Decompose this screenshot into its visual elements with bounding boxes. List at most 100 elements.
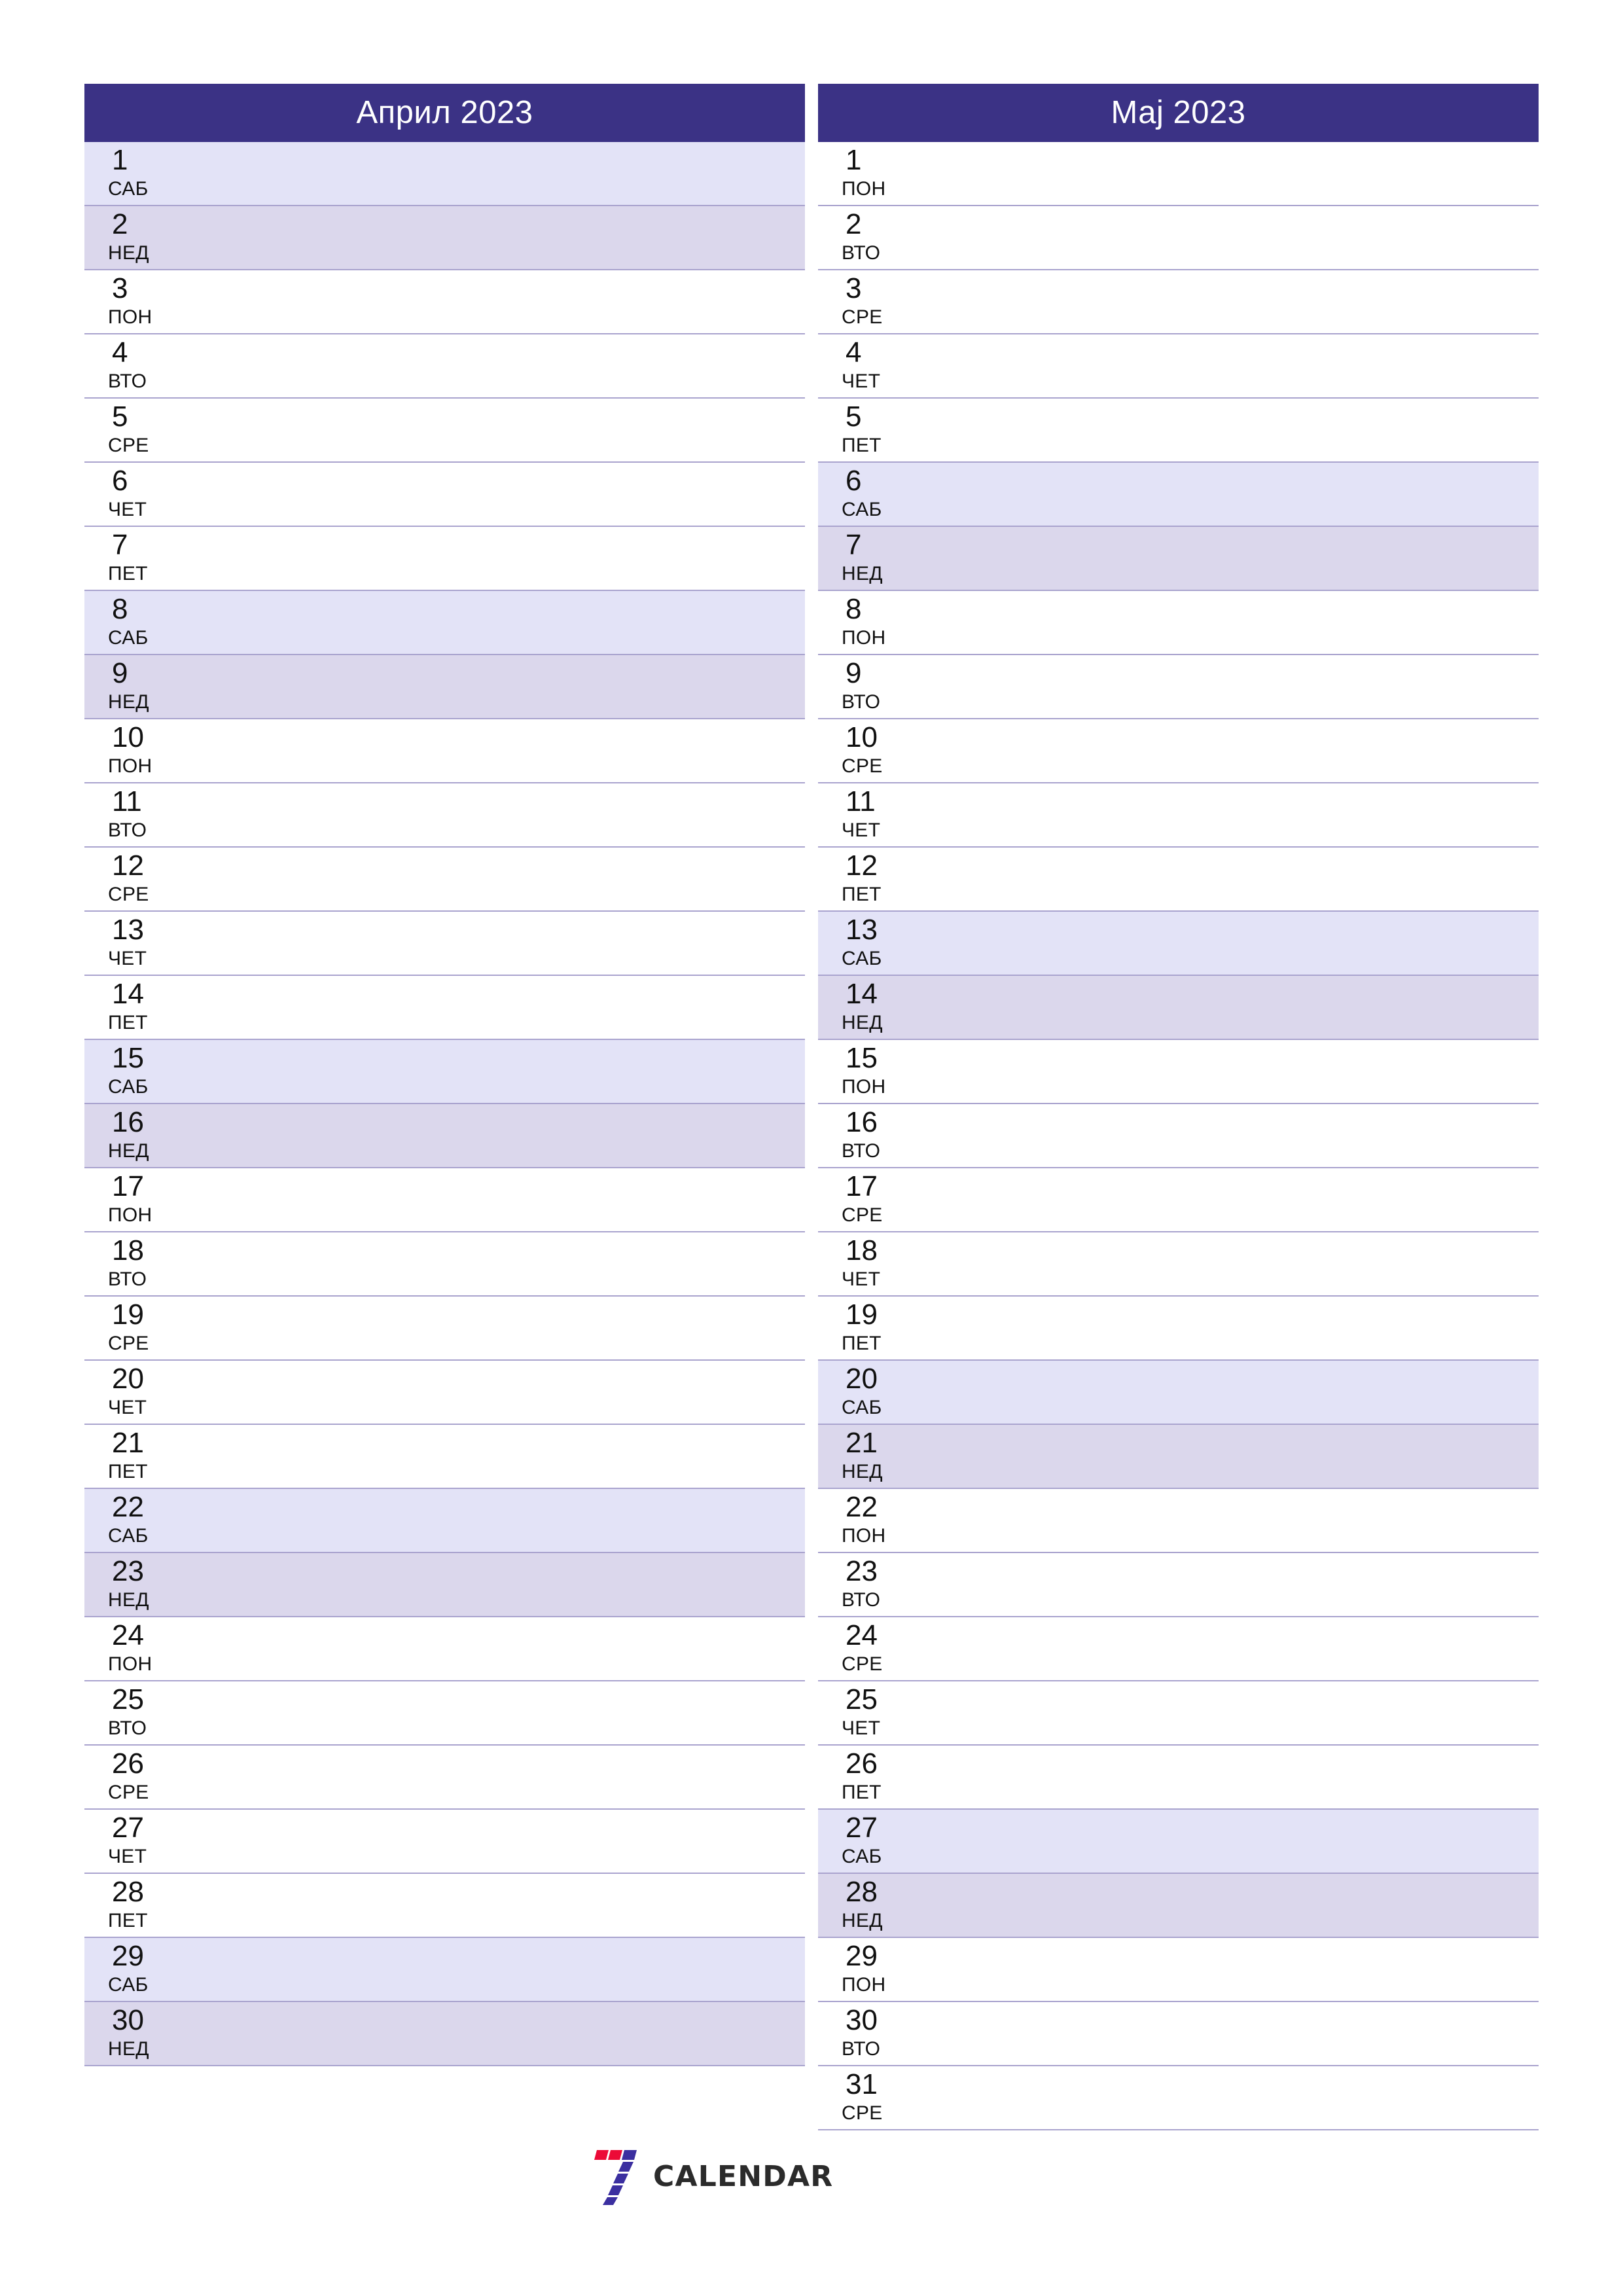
day-number: 25	[112, 1683, 144, 1715]
day-row[interactable]: 19 СРЕ	[84, 1297, 805, 1361]
day-weekday-label: ЧЕТ	[108, 499, 147, 520]
day-row[interactable]: 14 ПЕТ	[84, 976, 805, 1040]
day-number: 19	[846, 1299, 878, 1331]
day-number: 30	[846, 2004, 878, 2036]
day-row[interactable]: 27 САБ	[818, 1810, 1539, 1874]
day-row[interactable]: 6 ЧЕТ	[84, 463, 805, 527]
day-row[interactable]: 10 СРЕ	[818, 719, 1539, 783]
day-row[interactable]: 18 ЧЕТ	[818, 1232, 1539, 1297]
day-row[interactable]: 26 ПЕТ	[818, 1746, 1539, 1810]
day-number: 12	[112, 850, 144, 882]
day-row[interactable]: 4 ВТО	[84, 334, 805, 399]
day-row[interactable]: 18 ВТО	[84, 1232, 805, 1297]
day-row[interactable]: 7 ПЕТ	[84, 527, 805, 591]
day-number: 16	[846, 1106, 878, 1138]
day-row[interactable]: 5 ПЕТ	[818, 399, 1539, 463]
day-number: 26	[846, 1748, 878, 1780]
day-row[interactable]: 13 ЧЕТ	[84, 912, 805, 976]
day-row[interactable]: 12 СРЕ	[84, 848, 805, 912]
day-number: 6	[112, 465, 128, 497]
day-weekday-label: НЕД	[108, 691, 149, 713]
day-row[interactable]: 25 ВТО	[84, 1681, 805, 1746]
day-row[interactable]: 10 ПОН	[84, 719, 805, 783]
day-weekday-label: СРЕ	[842, 306, 883, 328]
day-row[interactable]: 17 СРЕ	[818, 1168, 1539, 1232]
day-row[interactable]: 22 ПОН	[818, 1489, 1539, 1553]
day-row[interactable]: 2 НЕД	[84, 206, 805, 270]
day-number: 11	[112, 785, 142, 817]
day-number: 31	[846, 2068, 878, 2100]
day-weekday-label: НЕД	[842, 563, 883, 584]
month-panel-may: Мај 2023 1 ПОН 2 ВТО 3 СРЕ 4 ЧЕТ 5 ПЕТ 6 САБ 7 НЕД 8 ПО…	[818, 84, 1539, 2130]
day-weekday-label: ПОН	[842, 1076, 886, 1098]
day-number: 28	[846, 1876, 878, 1908]
day-row[interactable]: 3 ПОН	[84, 270, 805, 334]
day-row[interactable]: 23 ВТО	[818, 1553, 1539, 1617]
day-row[interactable]: 14 НЕД	[818, 976, 1539, 1040]
day-row[interactable]: 16 ВТО	[818, 1104, 1539, 1168]
day-number: 18	[846, 1234, 878, 1266]
day-number: 5	[846, 401, 862, 433]
day-row[interactable]: 27 ЧЕТ	[84, 1810, 805, 1874]
day-row[interactable]: 20 ЧЕТ	[84, 1361, 805, 1425]
day-weekday-label: ПЕТ	[842, 1333, 882, 1354]
day-row[interactable]: 12 ПЕТ	[818, 848, 1539, 912]
day-row[interactable]: 25 ЧЕТ	[818, 1681, 1539, 1746]
day-row[interactable]: 9 ВТО	[818, 655, 1539, 719]
day-row[interactable]: 23 НЕД	[84, 1553, 805, 1617]
day-weekday-label: ЧЕТ	[842, 1268, 881, 1290]
day-row[interactable]: 6 САБ	[818, 463, 1539, 527]
day-weekday-label: СРЕ	[842, 755, 883, 777]
day-row[interactable]: 21 НЕД	[818, 1425, 1539, 1489]
day-row[interactable]: 13 САБ	[818, 912, 1539, 976]
day-row[interactable]: 2 ВТО	[818, 206, 1539, 270]
day-number: 23	[846, 1555, 878, 1587]
day-row[interactable]: 28 ПЕТ	[84, 1874, 805, 1938]
day-row[interactable]: 30 НЕД	[84, 2002, 805, 2066]
day-row[interactable]: 3 СРЕ	[818, 270, 1539, 334]
day-weekday-label: САБ	[108, 1076, 149, 1098]
day-weekday-label: ПОН	[108, 1653, 152, 1675]
day-row[interactable]: 29 ПОН	[818, 1938, 1539, 2002]
day-row[interactable]: 11 ВТО	[84, 783, 805, 848]
day-row[interactable]: 8 ПОН	[818, 591, 1539, 655]
day-row[interactable]: 8 САБ	[84, 591, 805, 655]
day-weekday-label: ВТО	[842, 242, 881, 264]
day-row[interactable]: 26 СРЕ	[84, 1746, 805, 1810]
day-weekday-label: ВТО	[842, 1140, 881, 1162]
day-number: 23	[112, 1555, 144, 1587]
day-weekday-label: ПЕТ	[108, 1012, 148, 1033]
day-number: 14	[846, 978, 878, 1010]
day-number: 30	[112, 2004, 144, 2036]
day-row[interactable]: 7 НЕД	[818, 527, 1539, 591]
day-row[interactable]: 29 САБ	[84, 1938, 805, 2002]
day-row[interactable]: 15 ПОН	[818, 1040, 1539, 1104]
day-row[interactable]: 28 НЕД	[818, 1874, 1539, 1938]
day-row[interactable]: 31 СРЕ	[818, 2066, 1539, 2130]
day-number: 4	[112, 336, 128, 368]
day-row[interactable]: 17 ПОН	[84, 1168, 805, 1232]
day-weekday-label: ПЕТ	[108, 1461, 148, 1482]
day-row[interactable]: 15 САБ	[84, 1040, 805, 1104]
day-row[interactable]: 20 САБ	[818, 1361, 1539, 1425]
day-weekday-label: ВТО	[108, 819, 147, 841]
day-weekday-label: НЕД	[108, 1140, 149, 1162]
day-number: 28	[112, 1876, 144, 1908]
day-row[interactable]: 11 ЧЕТ	[818, 783, 1539, 848]
day-row[interactable]: 16 НЕД	[84, 1104, 805, 1168]
day-row[interactable]: 19 ПЕТ	[818, 1297, 1539, 1361]
day-number: 3	[846, 272, 862, 304]
day-row[interactable]: 30 ВТО	[818, 2002, 1539, 2066]
day-number: 3	[112, 272, 128, 304]
day-row[interactable]: 24 СРЕ	[818, 1617, 1539, 1681]
day-row[interactable]: 22 САБ	[84, 1489, 805, 1553]
day-row[interactable]: 1 САБ	[84, 142, 805, 206]
day-number: 20	[846, 1363, 878, 1395]
day-row[interactable]: 1 ПОН	[818, 142, 1539, 206]
day-weekday-label: ПЕТ	[842, 884, 882, 905]
day-row[interactable]: 9 НЕД	[84, 655, 805, 719]
day-row[interactable]: 4 ЧЕТ	[818, 334, 1539, 399]
day-row[interactable]: 24 ПОН	[84, 1617, 805, 1681]
day-row[interactable]: 21 ПЕТ	[84, 1425, 805, 1489]
day-row[interactable]: 5 СРЕ	[84, 399, 805, 463]
